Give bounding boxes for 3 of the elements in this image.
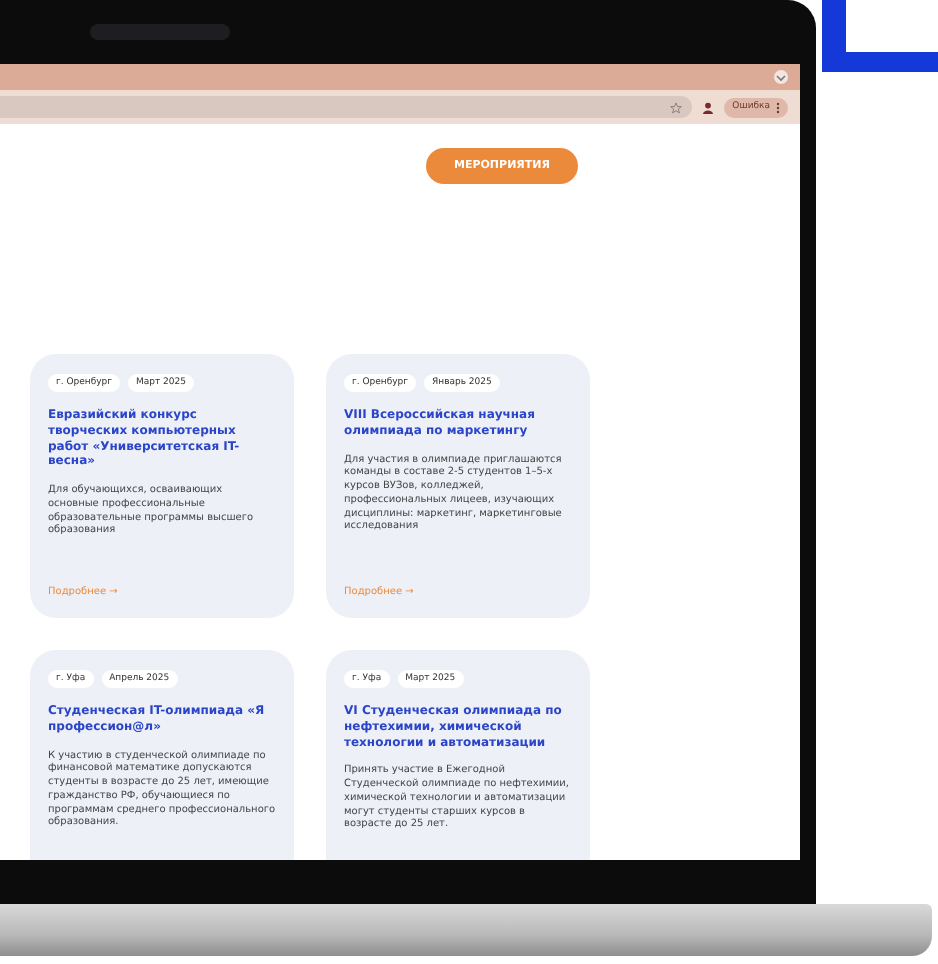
dropdown-icon[interactable] [774,70,788,84]
user-icon[interactable] [702,101,715,113]
star-icon[interactable] [670,101,683,113]
